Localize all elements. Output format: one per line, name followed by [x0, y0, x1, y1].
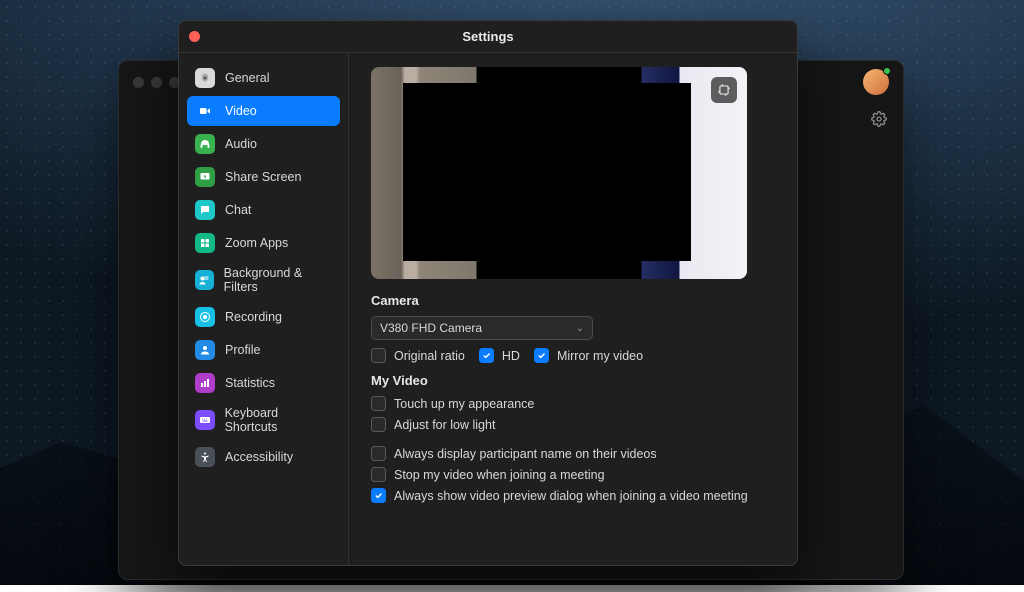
recording-icon — [195, 307, 215, 327]
settings-content-video: Camera V380 FHD Camera ⌄ Original ratio … — [349, 53, 797, 565]
checkbox-box — [371, 396, 386, 411]
sidebar-item-label: General — [225, 71, 269, 85]
stop-video-on-join-checkbox[interactable]: Stop my video when joining a meeting — [371, 467, 777, 482]
sidebar-item-label: Recording — [225, 310, 282, 324]
settings-window: Settings General Video Audio — [178, 20, 798, 566]
settings-sidebar: General Video Audio Share Screen — [179, 53, 349, 565]
checkbox-box — [534, 348, 549, 363]
checkbox-box — [371, 446, 386, 461]
touch-up-checkbox[interactable]: Touch up my appearance — [371, 396, 777, 411]
checkbox-label: Always display participant name on their… — [394, 447, 657, 461]
checkbox-box — [371, 488, 386, 503]
rotate-camera-button[interactable] — [711, 77, 737, 103]
checkbox-box — [371, 417, 386, 432]
video-preview — [371, 67, 747, 279]
checkbox-label: Always show video preview dialog when jo… — [394, 489, 748, 503]
video-preview-dialog-checkbox[interactable]: Always show video preview dialog when jo… — [371, 488, 777, 503]
user-avatar-button[interactable] — [863, 69, 889, 95]
display-participant-name-checkbox[interactable]: Always display participant name on their… — [371, 446, 777, 461]
sidebar-item-general[interactable]: General — [187, 63, 340, 93]
video-icon — [195, 101, 215, 121]
checkbox-label: Original ratio — [394, 349, 465, 363]
sidebar-item-background-filters[interactable]: Background & Filters — [187, 261, 340, 299]
camera-section-title: Camera — [371, 293, 777, 308]
rotate-icon — [717, 83, 731, 97]
sidebar-item-statistics[interactable]: Statistics — [187, 368, 340, 398]
keyboard-icon — [195, 410, 215, 430]
checkbox-label: Stop my video when joining a meeting — [394, 468, 605, 482]
sidebar-item-label: Statistics — [225, 376, 275, 390]
sidebar-item-recording[interactable]: Recording — [187, 302, 340, 332]
camera-select-value: V380 FHD Camera — [380, 321, 482, 335]
original-ratio-checkbox[interactable]: Original ratio — [371, 348, 465, 363]
checkbox-box — [371, 348, 386, 363]
sidebar-item-label: Zoom Apps — [225, 236, 288, 250]
sidebar-item-label: Audio — [225, 137, 257, 151]
checkbox-box — [371, 467, 386, 482]
profile-icon — [195, 340, 215, 360]
sidebar-item-share-screen[interactable]: Share Screen — [187, 162, 340, 192]
sidebar-item-keyboard-shortcuts[interactable]: Keyboard Shortcuts — [187, 401, 340, 439]
sidebar-item-audio[interactable]: Audio — [187, 129, 340, 159]
sidebar-item-label: Share Screen — [225, 170, 301, 184]
sidebar-item-video[interactable]: Video — [187, 96, 340, 126]
share-screen-icon — [195, 167, 215, 187]
gear-icon — [195, 68, 215, 88]
sidebar-item-label: Chat — [225, 203, 251, 217]
accessibility-icon — [195, 447, 215, 467]
sidebar-item-zoom-apps[interactable]: Zoom Apps — [187, 228, 340, 258]
checkbox-label: HD — [502, 349, 520, 363]
adjust-low-light-checkbox[interactable]: Adjust for low light — [371, 417, 777, 432]
chat-icon — [195, 200, 215, 220]
titlebar: Settings — [179, 21, 797, 53]
sidebar-item-label: Background & Filters — [224, 266, 332, 294]
sidebar-item-accessibility[interactable]: Accessibility — [187, 442, 340, 472]
window-traffic-lights-inactive — [133, 77, 180, 88]
sidebar-item-label: Video — [225, 104, 257, 118]
my-video-section-title: My Video — [371, 373, 777, 388]
presence-dot — [883, 67, 891, 75]
sidebar-item-profile[interactable]: Profile — [187, 335, 340, 365]
mirror-video-checkbox[interactable]: Mirror my video — [534, 348, 643, 363]
checkbox-box — [479, 348, 494, 363]
close-button[interactable] — [189, 31, 200, 42]
window-title: Settings — [462, 29, 513, 44]
checkbox-label: Mirror my video — [557, 349, 643, 363]
camera-select[interactable]: V380 FHD Camera ⌄ — [371, 316, 593, 340]
statistics-icon — [195, 373, 215, 393]
checkbox-label: Touch up my appearance — [394, 397, 534, 411]
checkbox-label: Adjust for low light — [394, 418, 495, 432]
sidebar-item-label: Accessibility — [225, 450, 293, 464]
sidebar-item-label: Profile — [225, 343, 260, 357]
background-filters-icon — [195, 270, 214, 290]
sidebar-item-chat[interactable]: Chat — [187, 195, 340, 225]
hd-checkbox[interactable]: HD — [479, 348, 520, 363]
video-preview-redaction — [403, 83, 691, 261]
apps-icon — [195, 233, 215, 253]
gear-icon[interactable] — [871, 111, 887, 127]
chevron-down-icon: ⌄ — [576, 323, 584, 334]
sidebar-item-label: Keyboard Shortcuts — [225, 406, 332, 434]
headphones-icon — [195, 134, 215, 154]
